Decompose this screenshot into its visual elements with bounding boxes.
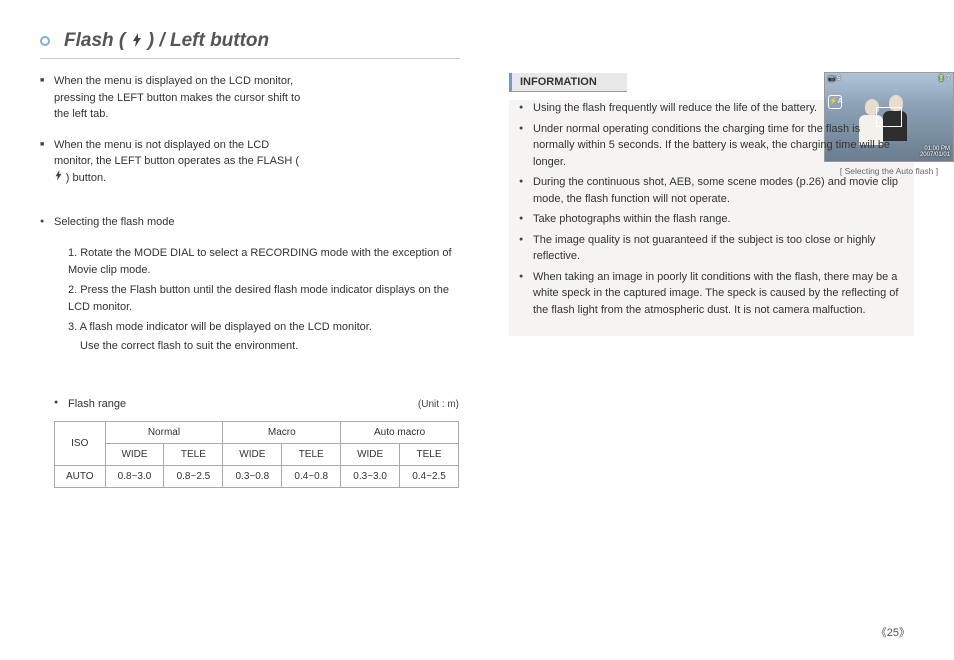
td-v6: 0.4~2.5: [400, 465, 459, 487]
paragraph-menu-displayed: When the menu is displayed on the LCD mo…: [40, 73, 305, 123]
title-suffix: ) / Left button: [148, 30, 269, 51]
flash-range-label: Flash range: [54, 396, 126, 413]
section-title-bar: Flash ( ) / Left button: [40, 30, 460, 59]
step-2: 2. Press the Flash button until the desi…: [68, 282, 459, 317]
info-item-3: During the continuous shot, AEB, some sc…: [519, 174, 904, 207]
th-tele-3: TELE: [400, 443, 459, 465]
title-prefix: Flash (: [64, 30, 125, 51]
flash-range-heading-row: Flash range (Unit : m): [40, 396, 459, 413]
page-number: 《25》: [876, 624, 910, 640]
info-item-5: The image quality is not guaranteed if t…: [519, 232, 904, 265]
paragraph-menu-not-displayed: When the menu is not displayed on the LC…: [40, 137, 305, 187]
information-box: Using the flash frequently will reduce t…: [509, 100, 914, 336]
flash-icon: [131, 31, 143, 45]
unit-label: (Unit : m): [418, 399, 459, 410]
td-v1: 0.8~3.0: [105, 465, 164, 487]
selecting-flash-heading: Selecting the flash mode: [40, 214, 459, 231]
overlay-top-right: 🔋 7: [938, 75, 950, 82]
td-v5: 0.3~3.0: [341, 465, 400, 487]
th-wide-2: WIDE: [223, 443, 282, 465]
td-v2: 0.8~2.5: [164, 465, 223, 487]
td-v3: 0.3~0.8: [223, 465, 282, 487]
th-tele-2: TELE: [282, 443, 341, 465]
information-heading: INFORMATION: [509, 73, 627, 92]
info-item-6: When taking an image in poorly lit condi…: [519, 269, 904, 319]
th-wide-1: WIDE: [105, 443, 164, 465]
flash-icon: [54, 173, 66, 184]
flash-mode-steps: 1. Rotate the MODE DIAL to select a RECO…: [40, 245, 459, 357]
th-wide-3: WIDE: [341, 443, 400, 465]
overlay-top-left: 📷 5: [828, 75, 840, 82]
title-bullet-icon: [40, 36, 50, 46]
td-row-label: AUTO: [55, 465, 106, 487]
info-item-2: Under normal operating conditions the ch…: [519, 121, 904, 171]
step-3-line1: 3. A flash mode indicator will be displa…: [68, 319, 459, 337]
td-v4: 0.4~0.8: [282, 465, 341, 487]
flash-range-table: ISO Normal Macro Auto macro WIDE TELE WI…: [54, 421, 459, 488]
overlay-datetime: 01:00 PM 2007/01/01: [920, 146, 950, 159]
th-tele-1: TELE: [164, 443, 223, 465]
info-item-1: Using the flash frequently will reduce t…: [519, 100, 904, 117]
section-title: Flash ( ) / Left button: [64, 30, 269, 52]
th-normal: Normal: [105, 421, 223, 443]
left-column: When the menu is displayed on the LCD mo…: [40, 73, 459, 488]
th-auto-macro: Auto macro: [341, 421, 459, 443]
overlay-date: 2007/01/01: [920, 152, 950, 159]
info-item-4: Take photographs within the flash range.: [519, 211, 904, 228]
step-3-line2: Use the correct flash to suit the enviro…: [68, 338, 459, 356]
right-column: INFORMATION Using the flash frequently w…: [509, 73, 914, 488]
th-macro: Macro: [223, 421, 341, 443]
th-iso: ISO: [55, 421, 106, 465]
step-1: 1. Rotate the MODE DIAL to select a RECO…: [68, 245, 459, 280]
